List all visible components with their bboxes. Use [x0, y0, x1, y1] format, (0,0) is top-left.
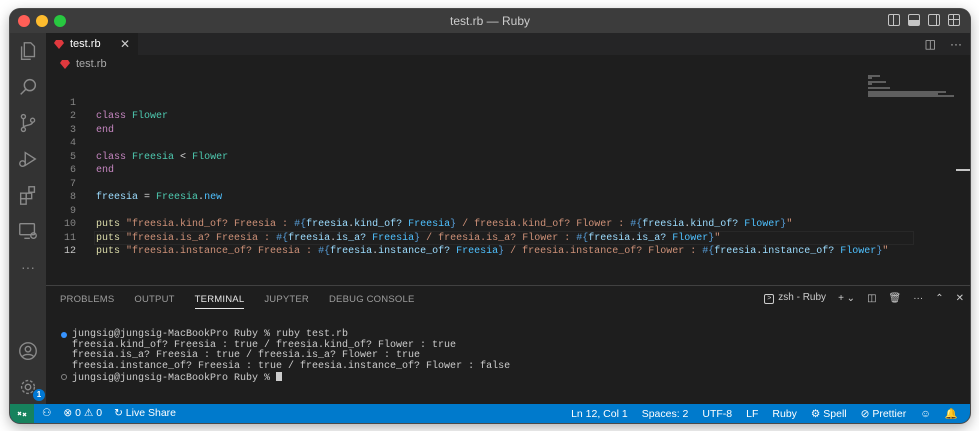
status-left: ⚇ ⊗ 0 ⚠ 0 ↻ Live Share: [42, 407, 176, 419]
code-line-current: 12: [63, 246, 76, 257]
language-mode[interactable]: Ruby: [772, 408, 797, 420]
code-line: 3: [69, 124, 76, 136]
breadcrumb: test.rb: [46, 55, 970, 73]
window-title: test.rb — Ruby: [449, 14, 531, 28]
maximize-panel-icon[interactable]: ⌃: [935, 293, 943, 304]
notifications-icon[interactable]: 🔔: [945, 407, 958, 420]
search-icon[interactable]: [16, 75, 40, 99]
ruby-file-icon: [60, 60, 70, 69]
terminal-cursor: [276, 372, 283, 381]
terminal-icon: >: [764, 294, 775, 304]
panel-tabs: PROBLEMS OUTPUT TERMINAL JUPYTER DEBUG C…: [60, 294, 414, 309]
explorer-icon[interactable]: [16, 39, 40, 63]
terminal-output[interactable]: jungsig@jungsig-MacBookPro Ruby % ruby t…: [60, 329, 511, 384]
more-views-icon[interactable]: ···: [16, 255, 40, 279]
new-terminal-icon[interactable]: + ⌄: [838, 293, 855, 304]
toggle-secondary-sidebar-icon[interactable]: [928, 14, 940, 26]
problems-status[interactable]: ⊗ 0 ⚠ 0: [63, 407, 102, 419]
tab-terminal[interactable]: TERMINAL: [194, 294, 245, 309]
accounts-status-icon[interactable]: ⚇: [42, 407, 51, 419]
tab-label: test.rb: [70, 38, 101, 50]
remote-indicator-icon[interactable]: [10, 404, 34, 423]
tab-jupyter[interactable]: JUPYTER: [264, 294, 309, 309]
toggle-primary-sidebar-icon[interactable]: [888, 14, 900, 26]
command-success-icon: [61, 332, 67, 338]
code-line: 9 puts "freesia.kind_of? Freesia : #{fre…: [69, 205, 793, 231]
settings-badge: 1: [33, 389, 45, 401]
code-editor[interactable]: 1 class Flower 2 end 3 4 class Freesia <…: [46, 73, 970, 285]
tab-test-rb[interactable]: test.rb ✕: [46, 33, 138, 55]
layout-controls: [888, 14, 960, 26]
toggle-panel-icon[interactable]: [908, 14, 920, 26]
code-line: 6: [69, 165, 76, 176]
status-right: Ln 12, Col 1 Spaces: 2 UTF-8 LF Ruby ⚙ S…: [571, 407, 958, 421]
source-control-icon[interactable]: [16, 111, 40, 135]
bottom-panel: PROBLEMS OUTPUT TERMINAL JUPYTER DEBUG C…: [46, 285, 970, 404]
terminal-line: freesia.instance_of? Freesia : true / fr…: [72, 360, 511, 372]
code-line: 2 end: [69, 111, 115, 136]
command-pending-icon: [61, 374, 67, 380]
remote-explorer-icon[interactable]: [16, 219, 40, 243]
live-share-button[interactable]: ↻ Live Share: [114, 407, 176, 419]
split-editor-icon[interactable]: ◫: [925, 37, 936, 51]
breadcrumb-file[interactable]: test.rb: [76, 58, 107, 70]
code-line: 4 class Freesia < Flower: [69, 138, 229, 163]
code-line: 7 freesia = Freesia.new: [69, 178, 223, 204]
more-actions-icon[interactable]: ···: [950, 37, 962, 51]
editor-tab-bar: test.rb ✕ ◫ ···: [46, 33, 970, 55]
encoding[interactable]: UTF-8: [702, 408, 732, 420]
code-line: 5 end: [69, 151, 115, 177]
close-panel-icon[interactable]: ✕: [956, 293, 964, 304]
status-bar: ⚇ ⊗ 0 ⚠ 0 ↻ Live Share Ln 12, Col 1 Spac…: [10, 404, 970, 423]
extensions-icon[interactable]: [16, 183, 40, 207]
terminal-selector[interactable]: > zsh - Ruby: [764, 292, 826, 304]
close-tab-icon[interactable]: ✕: [120, 37, 130, 51]
title-bar: test.rb — Ruby: [10, 9, 970, 33]
editor-actions: ◫ ···: [925, 37, 962, 51]
tab-output[interactable]: OUTPUT: [134, 294, 174, 309]
code-line: 1 class Flower: [69, 97, 169, 123]
tab-problems[interactable]: PROBLEMS: [60, 294, 114, 309]
code-line: 8: [69, 192, 76, 203]
code-line: 10 puts "freesia.is_a? Freesia : #{frees…: [63, 219, 721, 244]
terminal-prompt: jungsig@jungsig-MacBookPro Ruby %: [60, 372, 510, 384]
more-icon[interactable]: ···: [913, 293, 923, 304]
manage-settings-icon[interactable]: 1: [16, 375, 45, 401]
feedback-icon[interactable]: ☺: [920, 408, 931, 420]
tab-debug-console[interactable]: DEBUG CONSOLE: [329, 294, 414, 309]
vscode-window: test.rb — Ruby ··· 1 test.rb ✕ ◫ ··· tes…: [10, 9, 970, 423]
end-of-line[interactable]: LF: [746, 408, 758, 420]
cursor-position[interactable]: Ln 12, Col 1: [571, 408, 628, 420]
scrollbar-cursor-marker: [956, 169, 970, 171]
indentation[interactable]: Spaces: 2: [642, 408, 689, 420]
accounts-icon[interactable]: [16, 339, 40, 363]
customize-layout-icon[interactable]: [948, 14, 960, 26]
code-line: 11 puts "freesia.instance_of? Freesia : …: [63, 232, 889, 258]
spell-button[interactable]: ⚙ Spell: [811, 408, 847, 420]
prettier-button[interactable]: ⊘ Prettier: [861, 408, 907, 420]
split-terminal-icon[interactable]: ◫: [867, 293, 876, 304]
run-debug-icon[interactable]: [16, 147, 40, 171]
ruby-file-icon: [54, 40, 64, 49]
minimap[interactable]: [868, 73, 954, 113]
kill-terminal-icon[interactable]: 🗑: [889, 293, 902, 304]
activity-bar: ··· 1: [10, 33, 46, 404]
panel-actions: > zsh - Ruby + ⌄ ◫ 🗑 ··· ⌃ ✕: [764, 292, 964, 304]
